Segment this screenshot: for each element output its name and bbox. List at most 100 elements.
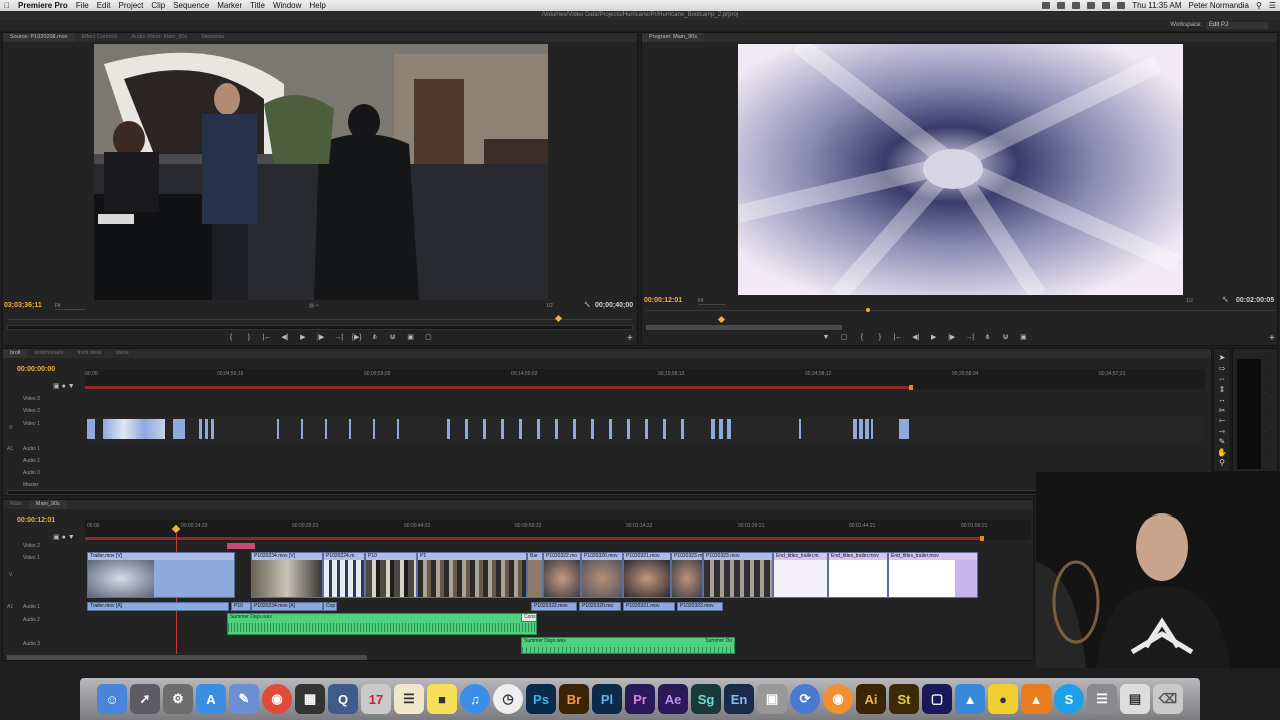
mark-in-icon[interactable]: { [225,333,237,343]
button-editor-icon[interactable]: ▢ [422,333,434,343]
menu-window[interactable]: Window [273,1,301,10]
lower-scrollbar[interactable] [7,655,367,660]
audio-clip[interactable]: P10 [231,602,251,611]
clip[interactable] [199,419,217,439]
spotlight-icon[interactable]: ⚲ [1256,1,1262,10]
mark-in-icon[interactable]: { [856,333,868,343]
clip[interactable] [799,419,801,439]
lower-current-time[interactable]: 00:00:12:01 [17,517,55,524]
tab-testimonials[interactable]: testimonials [27,349,70,358]
program-resolution-select[interactable]: 1/2 [1186,298,1193,304]
snap-icon[interactable]: ▣ [53,534,60,541]
slip-tool-icon[interactable]: ⇽ [1214,416,1230,427]
clip[interactable] [173,419,185,439]
program-playhead[interactable] [717,315,726,324]
story-icon[interactable]: St [889,684,919,714]
program-fit-select[interactable]: Fit [698,298,726,305]
clip[interactable] [853,419,873,439]
menu-file[interactable]: File [76,1,89,10]
video-clip[interactable]: P1020323.mov [703,552,773,598]
clip[interactable] [103,419,165,439]
menu-edit[interactable]: Edit [97,1,111,10]
trash-icon[interactable]: ⌫ [1153,684,1183,714]
export-frame-icon[interactable]: ▣ [405,333,417,343]
program-zoom-bar[interactable] [646,325,842,330]
pen-tool-icon[interactable]: ✎ [1214,437,1230,448]
clip[interactable] [87,419,95,439]
audio-clip[interactable]: P1020323.mov [677,602,723,611]
audio-clip[interactable]: Trailer.mov [A] [87,602,229,611]
tab-source[interactable]: Source: P1020208.mov [3,33,75,42]
tab-main[interactable]: Main [3,500,29,509]
bridge-icon[interactable]: Br [559,684,589,714]
documents-icon[interactable]: ▤ [1120,684,1150,714]
status-icon[interactable] [1042,2,1051,9]
track-select-tool-icon[interactable]: ⇨ [1214,364,1230,375]
video-clip[interactable]: P1020322.mo [543,552,581,598]
lift-icon[interactable]: ⋔ [982,333,994,343]
source-zoom-bar[interactable] [7,325,633,330]
source-time-ruler[interactable] [7,319,633,320]
go-to-in-icon[interactable]: |← [261,333,273,343]
menu-title[interactable]: Title [250,1,265,10]
rate-stretch-tool-icon[interactable]: ↔ [1214,395,1230,406]
tab-broll[interactable]: broll [3,349,28,358]
video-clip[interactable]: P1020321.mov [623,552,671,598]
source-timecode[interactable]: 03;03;36;11 [4,302,42,309]
wrench-icon[interactable]: 🔧 [584,302,590,308]
speedgrade-icon[interactable]: Sg [691,684,721,714]
tab-main-90s[interactable]: Main_90s [28,500,67,509]
after-effects-icon[interactable]: Ae [658,684,688,714]
launchpad-icon[interactable]: ➚ [130,684,160,714]
razor-tool-icon[interactable]: ✂ [1214,406,1230,417]
go-to-out-icon[interactable]: →| [333,333,345,343]
audio-clip[interactable]: P1020322.mov [531,602,577,611]
audio-clip[interactable]: P1020321.mov [623,602,675,611]
work-area-end[interactable] [980,536,984,541]
menu-app-name[interactable]: Premiere Pro [18,1,68,10]
source-mark-icon[interactable]: ▧ ⇨ [309,303,319,309]
motion-icon[interactable]: ▢ [922,684,952,714]
encore-icon[interactable]: En [724,684,754,714]
upper-time-ruler[interactable]: 00;00 00;04;59;16 00;09;59;09 00;14;59;0… [85,369,1205,390]
system-prefs-icon[interactable]: ⚙ [163,684,193,714]
marker-icon[interactable]: ● [62,534,66,541]
go-to-out-icon[interactable]: →| [964,333,976,343]
export-frame-icon[interactable]: ▣ [1017,333,1029,343]
menu-user[interactable]: Peter Normandia [1188,1,1248,10]
add-marker-icon[interactable]: ▼ [820,333,832,343]
upper-scrollbar[interactable] [7,490,1207,495]
source-video-frame[interactable] [94,44,548,300]
basketball-icon[interactable]: ◉ [823,684,853,714]
slide-tool-icon[interactable]: ⇾ [1214,427,1230,438]
tab-metadata[interactable]: Metadata [194,33,231,42]
status-icon[interactable] [1072,2,1081,9]
menu-marker[interactable]: Marker [217,1,242,10]
overwrite-icon[interactable]: ⋓ [387,333,399,343]
quicktime-icon[interactable]: Q [328,684,358,714]
tab-audio-mixer[interactable]: Audio Mixer: Main_90s [124,33,194,42]
source-fit-select[interactable]: Fit [55,303,85,310]
work-area-bar[interactable] [85,537,981,540]
step-forward-icon[interactable]: |▶ [315,333,327,343]
lower-video1-track[interactable]: Trailer.mov [V] P1020234.mov [V] P102022… [87,543,1031,600]
transmit-icon[interactable]: ▲ [955,684,985,714]
program-timecode[interactable]: 00:00:12:01 [644,297,682,304]
clapper-icon[interactable]: ▦ [295,684,325,714]
tab-steve[interactable]: steve [109,349,136,358]
program-video-frame[interactable] [738,44,1183,295]
clip[interactable] [899,419,909,439]
workspace-select[interactable]: Edit PJ [1206,22,1268,29]
cyberduck-icon[interactable]: ● [988,684,1018,714]
video-clip[interactable]: End_titles_trailer.mov [828,552,888,598]
illustrator-icon[interactable]: Ai [856,684,886,714]
audio-clip[interactable]: P1020234.mov [A] [251,602,323,611]
wifi-icon[interactable] [1087,2,1096,9]
video-clip[interactable]: Trailer.mov [V] [87,552,235,598]
source-resolution-select[interactable]: 1/2 [546,303,553,309]
play-icon[interactable]: ▶ [297,333,309,343]
video-clip[interactable]: P10 [365,552,417,598]
video-clip[interactable]: P1 [417,552,527,598]
menu-project[interactable]: Project [119,1,144,10]
video-clip[interactable]: End_titles_trailer.mov [888,552,978,598]
